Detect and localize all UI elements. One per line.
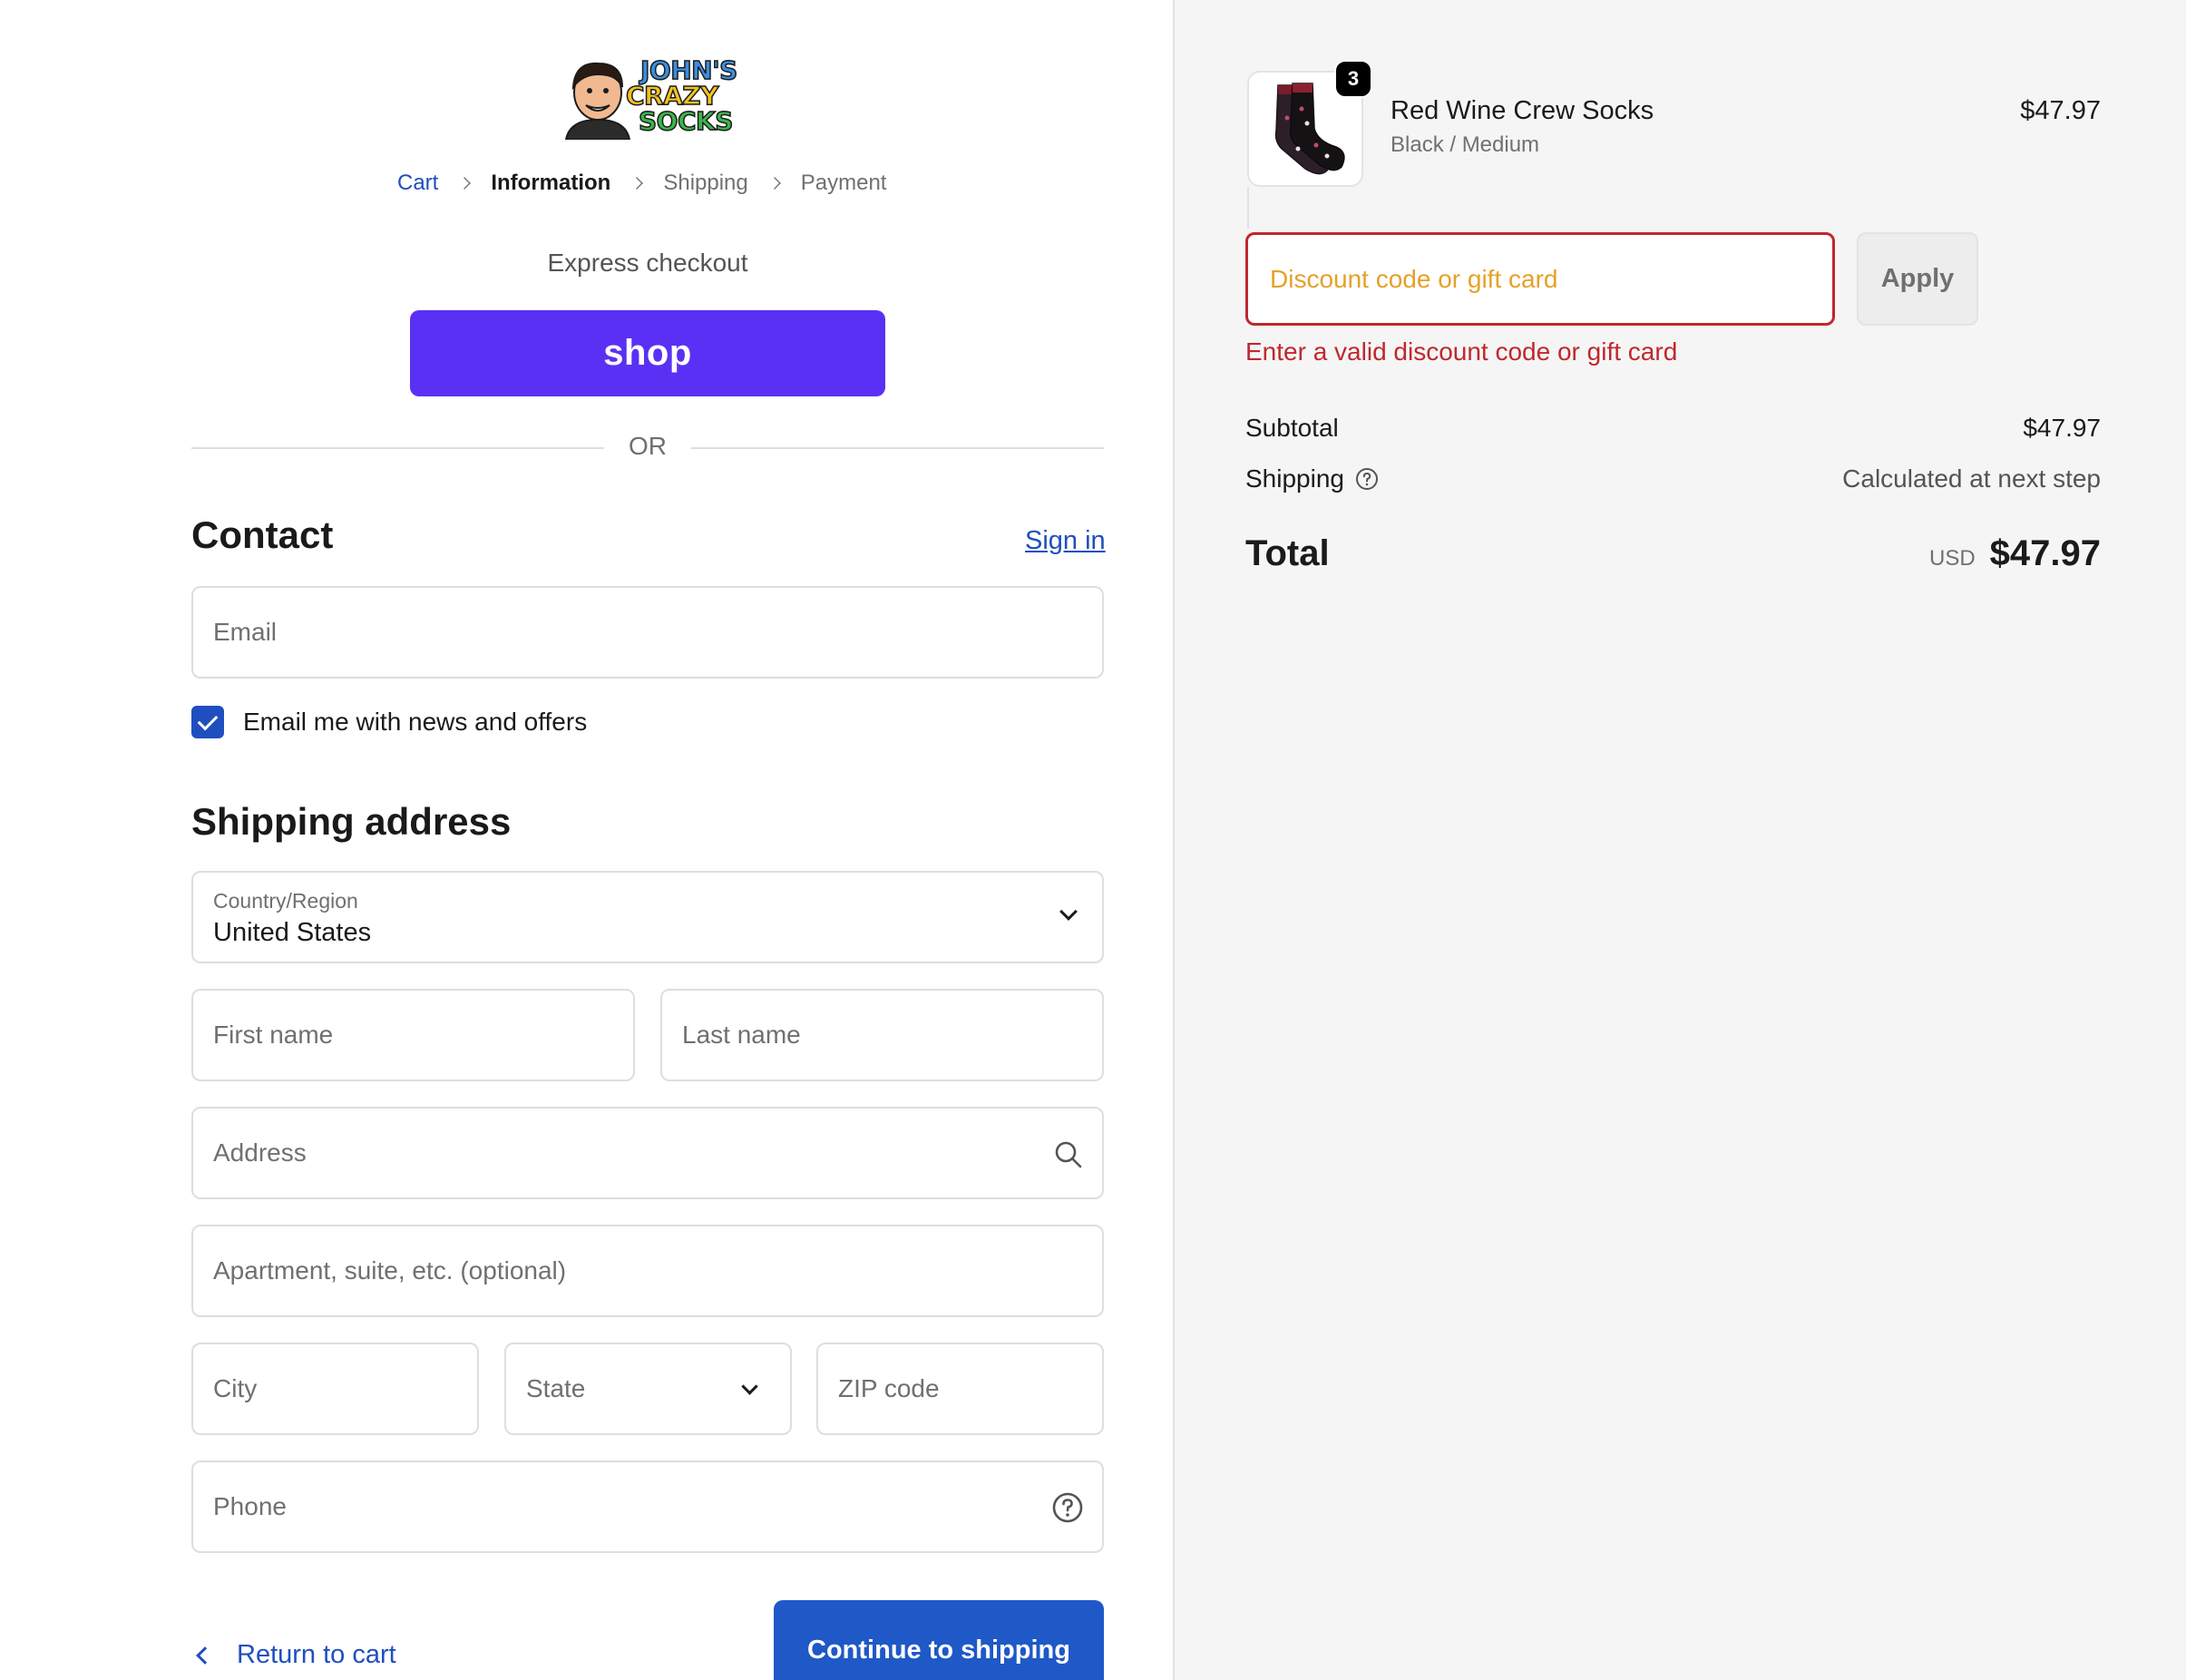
discount-code-field[interactable]: Discount code or gift card [1245, 232, 1835, 326]
discount-error-message: Enter a valid discount code or gift card [1245, 337, 1678, 366]
product-price: $47.97 [2020, 96, 2101, 125]
total-value-group: USD $47.97 [1929, 533, 2101, 574]
first-name-placeholder: First name [213, 1021, 334, 1049]
apply-label: Apply [1880, 264, 1955, 293]
breadcrumb: Cart Information Shipping Payment [397, 169, 886, 198]
first-name-field[interactable]: First name [191, 989, 635, 1081]
shipping-label-group: Shipping [1245, 464, 1379, 493]
shipping-label: Shipping [1245, 464, 1344, 493]
phone-placeholder: Phone [213, 1492, 287, 1520]
or-divider: OR [191, 432, 1104, 464]
product-name: Red Wine Crew Socks [1391, 96, 1654, 125]
newsletter-checkbox[interactable] [191, 706, 224, 738]
total-value: $47.97 [1989, 533, 2101, 573]
country-label: Country/Region [213, 889, 358, 913]
sign-in-link[interactable]: Sign in [1025, 526, 1106, 556]
chevron-down-icon [1059, 903, 1078, 921]
shop-pay-button[interactable]: shop [410, 310, 885, 396]
divider-line [191, 447, 604, 449]
help-circle-icon[interactable] [1051, 1491, 1084, 1524]
currency-code: USD [1928, 546, 1976, 571]
return-to-cart-label: Return to cart [237, 1640, 396, 1669]
country-select[interactable]: Country/Region United States [191, 871, 1104, 963]
store-logo[interactable]: JOHN'S CRAZY SOCKS [562, 53, 738, 140]
shipping-value: Calculated at next step [1842, 464, 2101, 493]
zip-field[interactable]: ZIP code [816, 1343, 1104, 1435]
thumbnail-stack-edge [1247, 187, 1249, 229]
return-to-cart-link[interactable]: Return to cart [191, 1640, 396, 1670]
chevron-right-icon [630, 177, 644, 190]
checkout-main-panel: JOHN'S CRAZY SOCKS Cart Information Ship… [0, 0, 1173, 1680]
apartment-placeholder: Apartment, suite, etc. (optional) [213, 1256, 567, 1284]
email-placeholder: Email [213, 618, 278, 646]
order-summary-panel: 3 Red Wine Crew Socks Black / Medium $47… [1173, 0, 2186, 1680]
shop-pay-label: shop [603, 333, 692, 373]
continue-to-shipping-button[interactable]: Continue to shipping [774, 1600, 1104, 1680]
logo-line-1: JOHN'S [639, 55, 738, 85]
continue-label: Continue to shipping [807, 1635, 1070, 1665]
breadcrumb-cart[interactable]: Cart [397, 171, 438, 196]
city-field[interactable]: City [191, 1343, 479, 1435]
help-circle-icon[interactable] [1355, 467, 1379, 491]
apply-discount-button[interactable]: Apply [1857, 232, 1978, 326]
subtotal-label: Subtotal [1245, 414, 1339, 442]
total-label: Total [1245, 533, 1330, 573]
subtotal-value: $47.97 [2023, 414, 2101, 442]
state-placeholder: State [526, 1374, 586, 1402]
apartment-field[interactable]: Apartment, suite, etc. (optional) [191, 1225, 1104, 1317]
search-icon [1055, 1141, 1082, 1168]
address-placeholder: Address [213, 1138, 307, 1167]
email-field[interactable]: Email [191, 586, 1104, 679]
last-name-placeholder: Last name [682, 1021, 801, 1049]
last-name-field[interactable]: Last name [660, 989, 1104, 1081]
logo-line-2: CRAZY [625, 81, 719, 111]
contact-heading: Contact [191, 513, 334, 556]
breadcrumb-payment: Payment [800, 171, 887, 195]
or-text: OR [629, 432, 667, 460]
chevron-right-icon [458, 177, 472, 190]
breadcrumb-information: Information [491, 171, 611, 195]
logo-line-3: SOCKS [638, 106, 734, 136]
product-variant: Black / Medium [1391, 132, 1540, 157]
chevron-down-icon [741, 1378, 758, 1395]
zip-placeholder: ZIP code [838, 1374, 940, 1402]
chevron-right-icon [767, 177, 781, 190]
breadcrumb-shipping: Shipping [663, 171, 748, 195]
country-value: United States [213, 918, 372, 947]
logo-face-icon [564, 62, 631, 140]
shipping-address-heading: Shipping address [191, 800, 512, 843]
address-field[interactable]: Address [191, 1107, 1104, 1199]
phone-field[interactable]: Phone [191, 1460, 1104, 1553]
state-select[interactable]: State [504, 1343, 792, 1435]
quantity-badge: 3 [1334, 60, 1372, 98]
divider-line [691, 447, 1104, 449]
discount-placeholder: Discount code or gift card [1270, 264, 1558, 293]
newsletter-option[interactable]: Email me with news and offers [191, 706, 587, 738]
chevron-left-icon [196, 1646, 214, 1665]
newsletter-label: Email me with news and offers [243, 708, 588, 736]
city-placeholder: City [213, 1374, 258, 1402]
logo-wordmark: JOHN'S CRAZY SOCKS [625, 55, 738, 136]
